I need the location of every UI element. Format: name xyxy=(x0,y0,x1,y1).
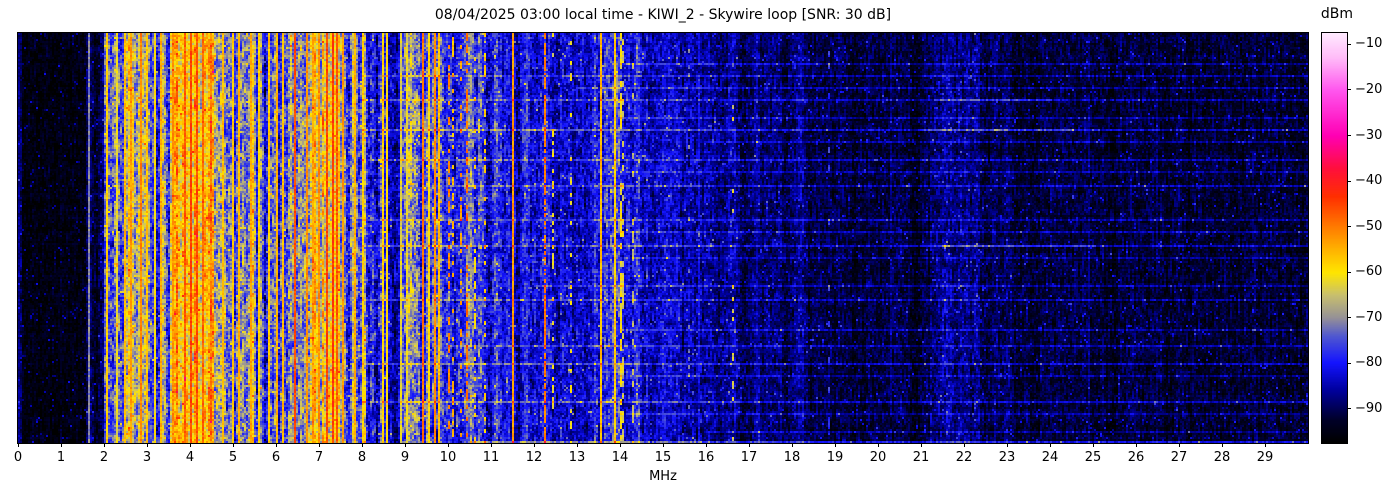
x-tick xyxy=(921,443,922,447)
x-tick-label: 7 xyxy=(304,450,334,465)
x-tick-label: 11 xyxy=(476,450,506,465)
plot-area xyxy=(17,32,1309,444)
x-tick-label: 17 xyxy=(734,450,764,465)
x-axis-label: MHz xyxy=(18,469,1308,484)
colorbar-tick xyxy=(1347,317,1351,318)
colorbar-tick-label: −10 xyxy=(1355,36,1395,52)
x-tick-label: 16 xyxy=(691,450,721,465)
x-tick xyxy=(1136,443,1137,447)
x-tick xyxy=(534,443,535,447)
colorbar-label: dBm xyxy=(1312,6,1362,22)
x-tick xyxy=(835,443,836,447)
colorbar-tick-label: −60 xyxy=(1355,264,1395,280)
colorbar-tick-label: −80 xyxy=(1355,355,1395,371)
x-tick xyxy=(491,443,492,447)
x-tick xyxy=(61,443,62,447)
x-tick-label: 19 xyxy=(820,450,850,465)
x-tick-label: 22 xyxy=(949,450,979,465)
colorbar-tick-label: −30 xyxy=(1355,128,1395,144)
x-tick xyxy=(749,443,750,447)
x-tick-label: 13 xyxy=(562,450,592,465)
x-tick xyxy=(964,443,965,447)
x-tick-label: 18 xyxy=(777,450,807,465)
x-tick-label: 15 xyxy=(648,450,678,465)
x-tick-label: 2 xyxy=(89,450,119,465)
x-tick-label: 4 xyxy=(175,450,205,465)
x-tick-label: 6 xyxy=(261,450,291,465)
colorbar-tick xyxy=(1347,89,1351,90)
x-tick xyxy=(147,443,148,447)
x-tick xyxy=(276,443,277,447)
colorbar xyxy=(1321,32,1348,444)
x-tick-label: 12 xyxy=(519,450,549,465)
colorbar-tick xyxy=(1347,135,1351,136)
x-tick-label: 5 xyxy=(218,450,248,465)
colorbar-tick xyxy=(1347,363,1351,364)
chart-title: 08/04/2025 03:00 local time - KIWI_2 - S… xyxy=(18,7,1308,23)
spectrogram-figure: 08/04/2025 03:00 local time - KIWI_2 - S… xyxy=(0,0,1400,500)
x-tick xyxy=(706,443,707,447)
colorbar-tick xyxy=(1347,408,1351,409)
x-tick-label: 20 xyxy=(863,450,893,465)
x-tick xyxy=(319,443,320,447)
x-tick xyxy=(1093,443,1094,447)
x-tick xyxy=(792,443,793,447)
x-tick-label: 1 xyxy=(46,450,76,465)
x-tick xyxy=(1007,443,1008,447)
x-tick-label: 26 xyxy=(1121,450,1151,465)
x-tick xyxy=(190,443,191,447)
x-tick xyxy=(1179,443,1180,447)
x-tick xyxy=(18,443,19,447)
x-tick xyxy=(663,443,664,447)
colorbar-tick xyxy=(1347,44,1351,45)
x-tick-label: 10 xyxy=(433,450,463,465)
x-tick xyxy=(620,443,621,447)
x-tick-label: 29 xyxy=(1250,450,1280,465)
x-tick-label: 21 xyxy=(906,450,936,465)
x-tick xyxy=(577,443,578,447)
x-tick-label: 14 xyxy=(605,450,635,465)
x-tick-label: 28 xyxy=(1207,450,1237,465)
spectrogram-canvas xyxy=(18,33,1308,443)
colorbar-canvas xyxy=(1322,33,1347,443)
x-tick-label: 23 xyxy=(992,450,1022,465)
x-tick xyxy=(878,443,879,447)
x-tick xyxy=(1265,443,1266,447)
x-tick xyxy=(362,443,363,447)
colorbar-tick xyxy=(1347,181,1351,182)
x-tick-label: 25 xyxy=(1078,450,1108,465)
x-tick-label: 24 xyxy=(1035,450,1065,465)
colorbar-tick-label: −70 xyxy=(1355,310,1395,326)
x-tick xyxy=(1050,443,1051,447)
x-tick-label: 3 xyxy=(132,450,162,465)
colorbar-tick-label: −20 xyxy=(1355,82,1395,98)
x-tick xyxy=(1222,443,1223,447)
x-tick-label: 27 xyxy=(1164,450,1194,465)
colorbar-tick-label: −90 xyxy=(1355,401,1395,417)
x-tick-label: 9 xyxy=(390,450,420,465)
colorbar-tick-label: −40 xyxy=(1355,173,1395,189)
colorbar-tick xyxy=(1347,272,1351,273)
x-tick-label: 0 xyxy=(3,450,33,465)
x-tick xyxy=(405,443,406,447)
x-tick-label: 8 xyxy=(347,450,377,465)
x-tick xyxy=(104,443,105,447)
x-tick xyxy=(448,443,449,447)
colorbar-tick xyxy=(1347,226,1351,227)
x-tick xyxy=(233,443,234,447)
colorbar-tick-label: −50 xyxy=(1355,219,1395,235)
